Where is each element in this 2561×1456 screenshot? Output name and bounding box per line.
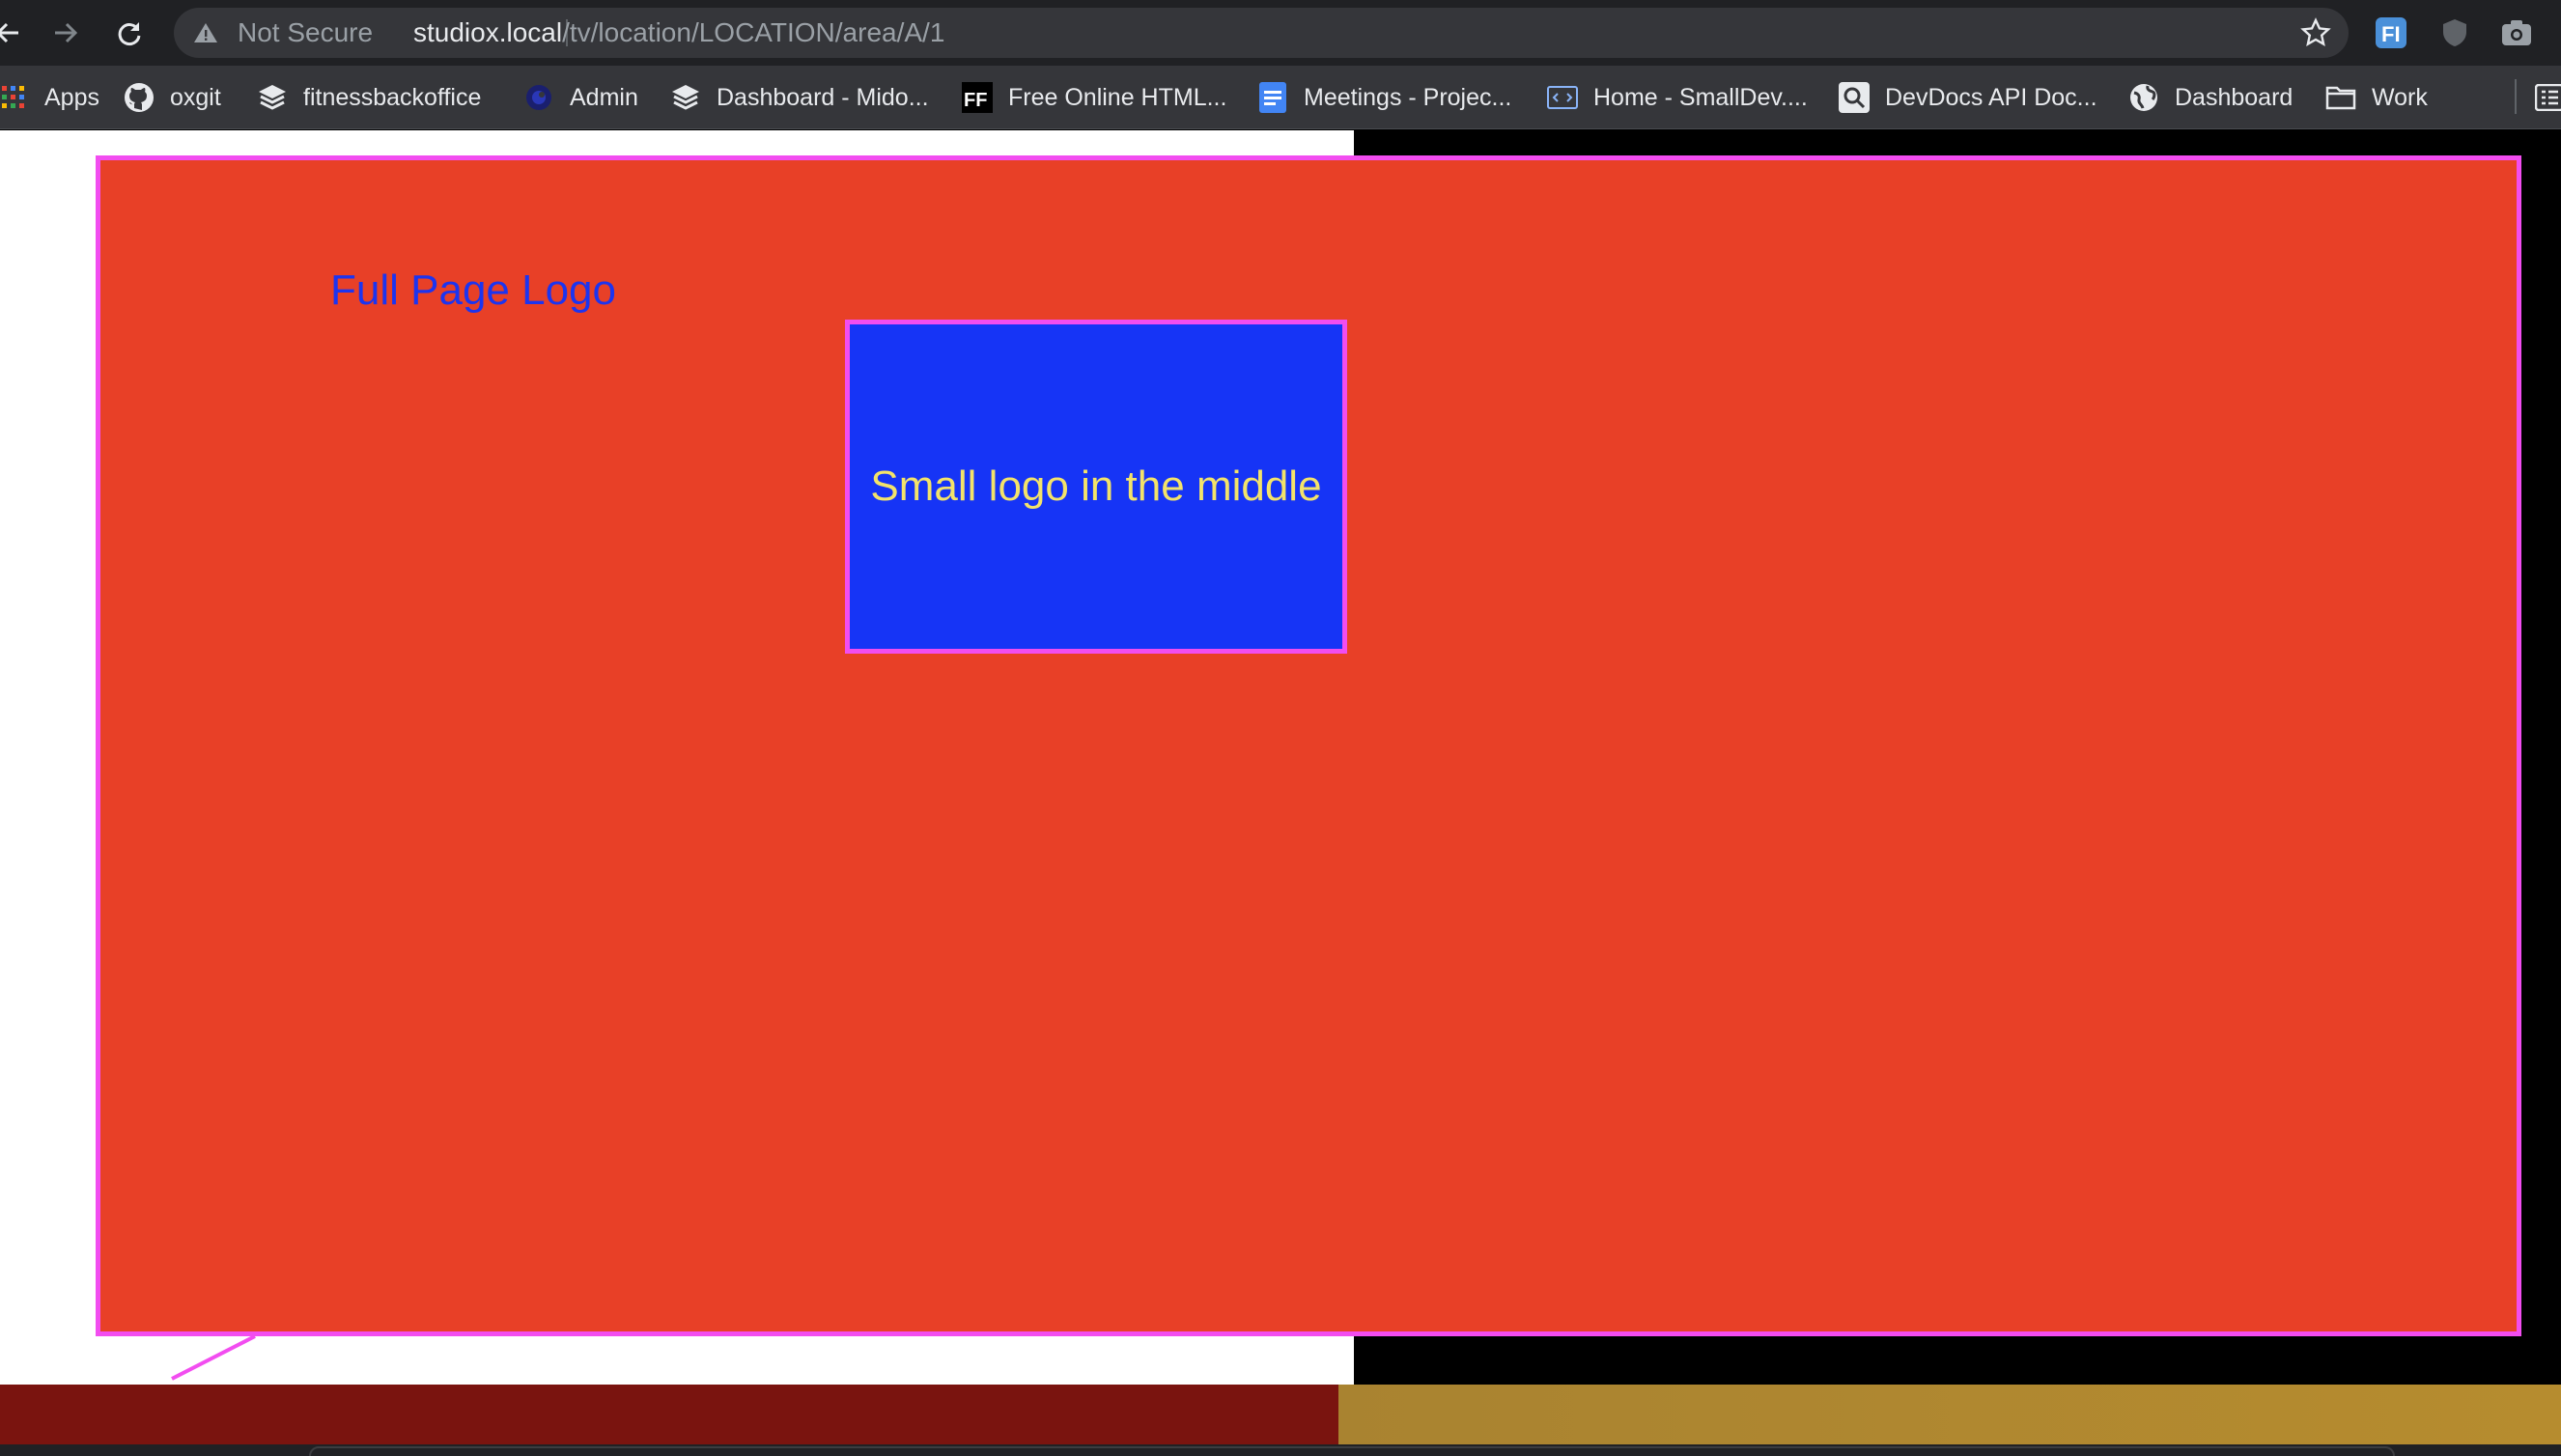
bookmark-meetings[interactable]: Meetings - Projec... <box>1257 66 1511 129</box>
small-logo-label: Small logo in the middle <box>870 462 1322 510</box>
bookmark-dashboard-mido[interactable]: Dashboard - Mido... <box>670 66 929 129</box>
bookmark-apps[interactable]: Apps <box>0 66 99 129</box>
bookmark-label: Dashboard <box>2175 83 2294 111</box>
bookmark-label: Admin <box>570 83 638 111</box>
layers-icon <box>670 82 701 113</box>
back-button[interactable] <box>0 12 29 54</box>
forward-button[interactable] <box>44 12 87 54</box>
bookmark-label: oxgit <box>170 83 221 111</box>
arrow-left-icon <box>0 18 22 47</box>
url-path: /tv/location/LOCATION/area/A/1 <box>562 17 945 47</box>
browser-toolbar: Not Secure studiox.local/tv/location/LOC… <box>0 0 2561 66</box>
address-bar[interactable]: Not Secure studiox.local/tv/location/LOC… <box>174 8 2349 58</box>
bookmark-label: Home - SmallDev.... <box>1593 83 1808 111</box>
reading-list-icon <box>2534 82 2561 113</box>
svg-text:FI: FI <box>2381 22 2401 46</box>
arrow-right-icon <box>51 18 80 47</box>
bookmark-admin[interactable]: Admin <box>523 66 638 129</box>
bookmark-free-online-html[interactable]: FF Free Online HTML... <box>962 66 1226 129</box>
bottom-bar-right <box>1338 1385 2561 1444</box>
bookmark-star-icon[interactable] <box>2300 17 2331 48</box>
layers-icon <box>257 82 288 113</box>
reload-icon <box>115 18 144 47</box>
resize-handle-line <box>171 1334 256 1381</box>
bookmark-fitnessbackoffice[interactable]: fitnessbackoffice <box>257 66 481 129</box>
github-icon <box>124 82 155 113</box>
warning-icon[interactable] <box>193 21 218 44</box>
bookmark-dashboard[interactable]: Dashboard <box>2128 66 2293 129</box>
bookmark-label: DevDocs API Doc... <box>1885 83 2097 111</box>
bookmark-label: fitnessbackoffice <box>303 83 482 111</box>
apps-grid-icon <box>0 82 29 113</box>
fi-extension-icon[interactable]: FI <box>2372 14 2410 52</box>
bookmark-label: Meetings - Projec... <box>1304 83 1512 111</box>
shield-extension-icon[interactable] <box>2435 14 2474 52</box>
bookmarks-divider <box>2515 79 2517 114</box>
docs-icon <box>1257 82 1288 113</box>
ff-icon: FF <box>962 82 993 113</box>
bookmark-label: Work <box>2372 83 2428 111</box>
camera-extension-icon[interactable] <box>2497 14 2536 52</box>
admin-icon <box>523 82 554 113</box>
bookmark-home-smalldev[interactable]: Home - SmallDev.... <box>1547 66 1808 129</box>
bookmark-label: Apps <box>44 83 99 111</box>
bookmark-label: Free Online HTML... <box>1008 83 1227 111</box>
dock-outline <box>309 1446 2395 1456</box>
security-label[interactable]: Not Secure <box>238 8 373 58</box>
bookmark-work-folder[interactable]: Work <box>2325 66 2428 129</box>
url-text[interactable]: studiox.local/tv/location/LOCATION/area/… <box>413 8 944 58</box>
search-icon <box>1839 82 1870 113</box>
bookmark-devdocs[interactable]: DevDocs API Doc... <box>1839 66 2097 129</box>
url-host: studiox.local <box>413 17 563 47</box>
folder-icon <box>2325 82 2356 113</box>
globe-icon <box>2128 82 2159 113</box>
reading-list-button[interactable] <box>2534 66 2561 129</box>
small-logo-area: Small logo in the middle <box>845 320 1347 654</box>
bookmark-label: Dashboard - Mido... <box>717 83 929 111</box>
bookmark-oxgit[interactable]: oxgit <box>124 66 221 129</box>
bookmarks-bar: Apps oxgit fitnessbackoffice Admin Dashb… <box>0 66 2561 129</box>
bottom-bar-left <box>0 1385 1338 1444</box>
reload-button[interactable] <box>108 12 151 54</box>
code-icon <box>1547 82 1578 113</box>
svg-text:FF: FF <box>964 90 987 111</box>
full-page-logo-label: Full Page Logo <box>330 266 616 314</box>
